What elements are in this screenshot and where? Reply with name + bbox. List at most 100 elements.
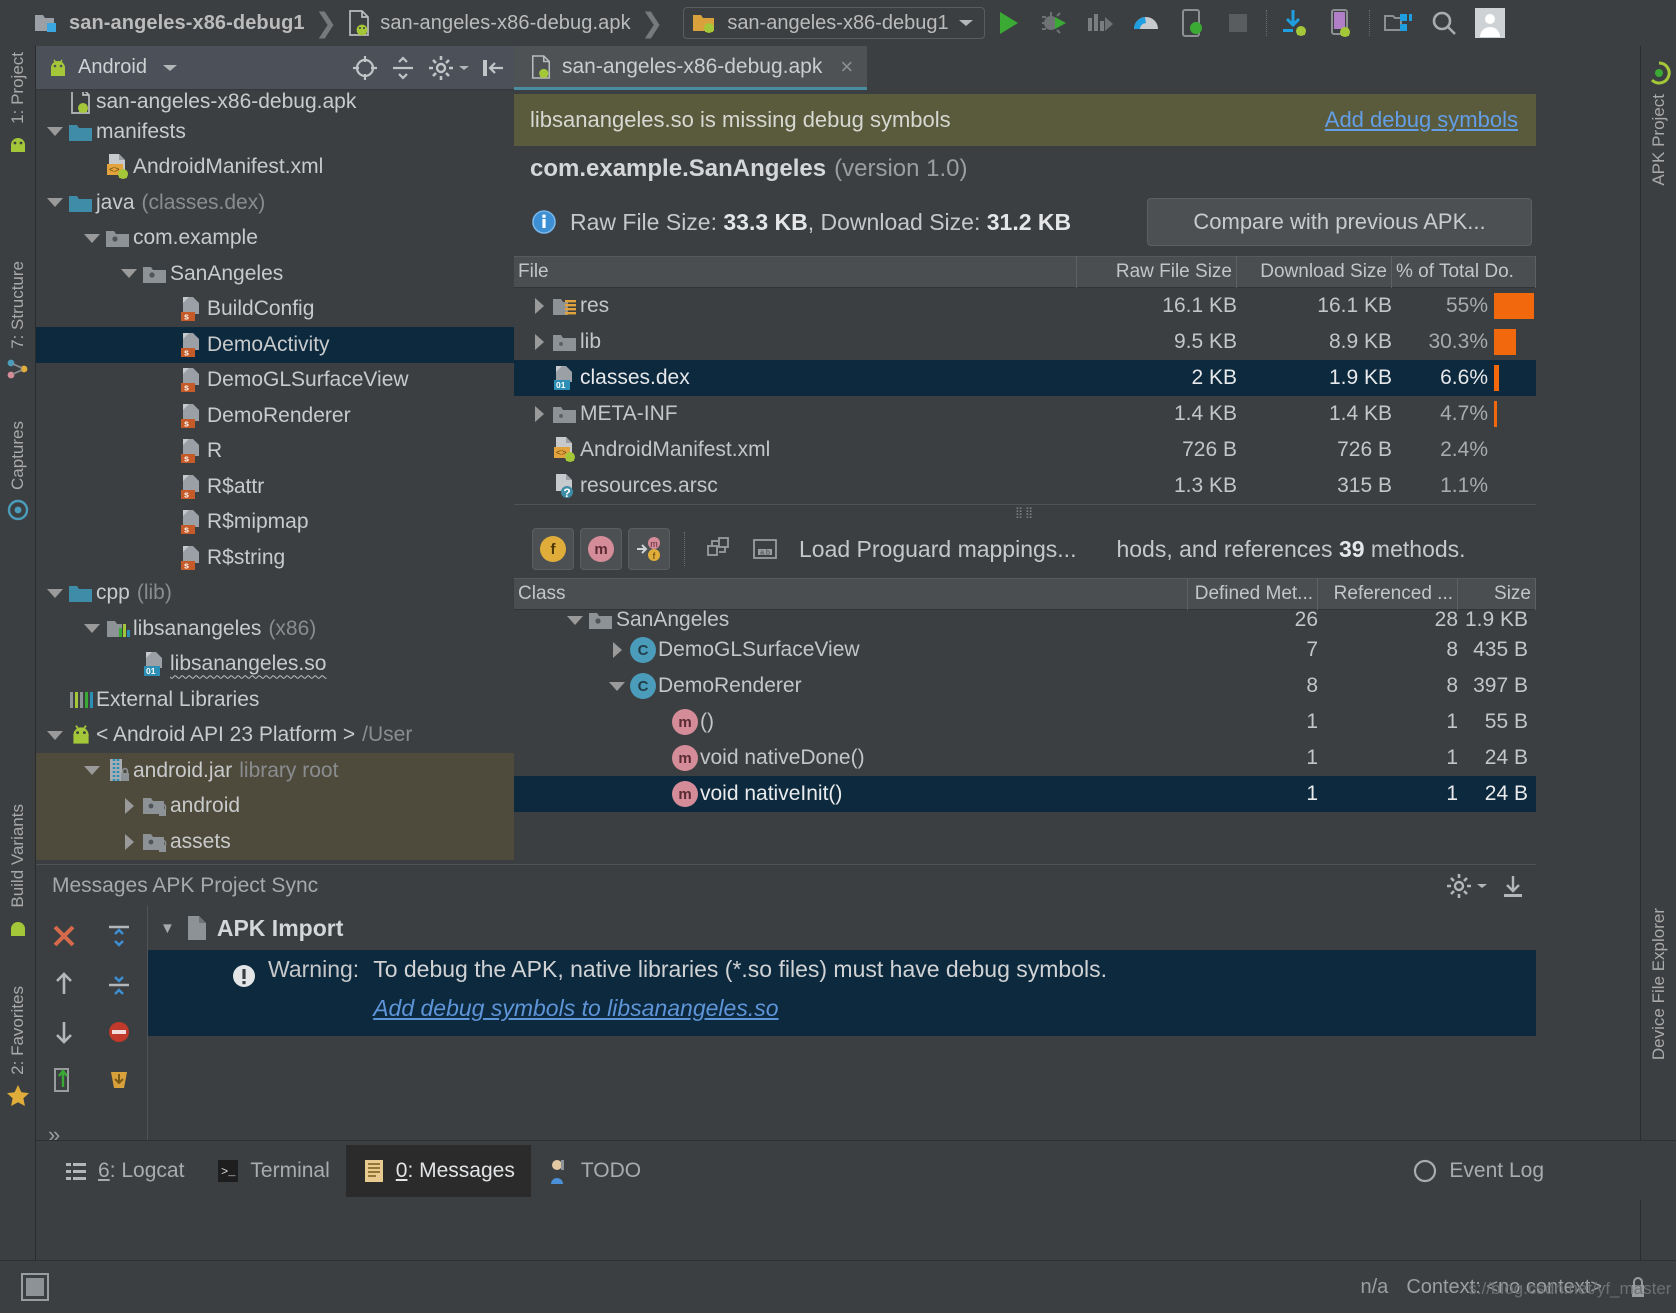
apk-file-row[interactable]: lib9.5 KB8.9 KB30.3%	[514, 324, 1536, 360]
class-table-rows[interactable]: SanAngeles26281.9 KBCDemoGLSurfaceView78…	[514, 610, 1536, 812]
collapse-all-icon[interactable]	[92, 912, 148, 960]
tree-node[interactable]: java(classes.dex)	[36, 185, 514, 221]
gear-icon[interactable]	[426, 53, 456, 83]
breadcrumb-module[interactable]: san-angeles-x86-debug1	[34, 0, 305, 46]
editor-tab-apk[interactable]: san-angeles-x86-debug.apk ×	[514, 46, 867, 90]
chevron-down-icon[interactable]	[155, 53, 185, 83]
sidebar-item-project[interactable]: 1: Project	[0, 52, 36, 156]
sidebar-item-build-variants[interactable]: Build Variants	[0, 804, 36, 940]
col-header-file[interactable]: File	[514, 256, 1077, 288]
collapse-all-icon[interactable]	[388, 53, 418, 83]
twisty-icon[interactable]	[118, 798, 140, 814]
twisty-icon[interactable]	[528, 406, 550, 422]
save-icon[interactable]	[92, 1056, 148, 1104]
run-icon[interactable]	[985, 3, 1031, 43]
stop-icon[interactable]	[1215, 3, 1261, 43]
tree-node[interactable]: assets	[36, 824, 514, 860]
twisty-icon[interactable]	[44, 127, 66, 136]
tree-node[interactable]: External Libraries	[36, 682, 514, 718]
expand-all-icon[interactable]	[92, 960, 148, 1008]
apk-file-row[interactable]: ?resources.arsc1.3 KB315 B1.1%	[514, 468, 1536, 504]
twisty-icon[interactable]	[81, 234, 103, 243]
project-tree[interactable]: san-angeles-x86-debug.apkmanifests<>Andr…	[36, 90, 514, 864]
account-avatar-icon[interactable]	[1467, 3, 1513, 43]
class-table-row[interactable]: SanAngeles26281.9 KB	[514, 610, 1536, 632]
col-header-size[interactable]: Size	[1458, 578, 1536, 610]
chevron-down-icon[interactable]: ▼	[160, 920, 175, 937]
class-table-row[interactable]: CDemoRenderer88397 B	[514, 668, 1536, 704]
close-icon[interactable]: ×	[840, 54, 853, 80]
class-table-row[interactable]: CDemoGLSurfaceView78435 B	[514, 632, 1536, 668]
show-methods-button[interactable]: m	[580, 528, 622, 570]
down-arrow-icon[interactable]	[36, 1008, 92, 1056]
tree-node[interactable]: android.jarlibrary root	[36, 753, 514, 789]
tree-node[interactable]: sDemoGLSurfaceView	[36, 363, 514, 399]
message-group-row[interactable]: ▼ APK Import	[148, 906, 1536, 950]
run-device-debug-icon[interactable]	[1169, 3, 1215, 43]
search-everywhere-icon[interactable]	[1421, 3, 1467, 43]
col-header-defined-methods[interactable]: Defined Met...	[1188, 578, 1318, 610]
load-proguard-icon[interactable]	[699, 529, 739, 569]
tree-node[interactable]: libsanangeles(x86)	[36, 611, 514, 647]
class-table-row[interactable]: m()1155 B	[514, 704, 1536, 740]
col-header-raw-size[interactable]: Raw File Size	[1077, 256, 1237, 288]
sidebar-item-structure[interactable]: 7: Structure	[0, 261, 36, 381]
message-warning-row[interactable]: Warning: To debug the APK, native librar…	[148, 950, 1536, 1036]
compare-with-previous-apk-button[interactable]: Compare with previous APK...	[1147, 198, 1532, 246]
hide-panel-icon[interactable]	[478, 53, 508, 83]
locate-target-icon[interactable]	[350, 53, 380, 83]
twisty-icon[interactable]	[118, 269, 140, 278]
tree-node[interactable]: SanAngeles	[36, 256, 514, 292]
col-header-download-size[interactable]: Download Size	[1237, 256, 1392, 288]
apk-file-row[interactable]: <>AndroidManifest.xml726 B726 B2.4%	[514, 432, 1536, 468]
tree-node[interactable]: sR$string	[36, 540, 514, 576]
gear-chevron-icon[interactable]	[1476, 882, 1488, 890]
gear-chevron-icon[interactable]	[458, 64, 470, 72]
tree-node[interactable]: manifests	[36, 114, 514, 150]
twisty-icon[interactable]	[528, 298, 550, 314]
sidebar-item-device-file-explorer[interactable]: Device File Explorer	[1641, 908, 1676, 1060]
apk-file-row[interactable]: res16.1 KB16.1 KB55%	[514, 288, 1536, 324]
load-proguard-mappings-link[interactable]: Load Proguard mappings...	[799, 536, 1076, 563]
tree-node[interactable]: < Android API 23 Platform >/User	[36, 718, 514, 754]
chevron-down-icon[interactable]	[958, 18, 974, 28]
tree-node[interactable]: sR$mipmap	[36, 505, 514, 541]
twisty-icon[interactable]	[528, 334, 550, 350]
twisty-icon[interactable]	[44, 731, 66, 740]
avd-manager-icon[interactable]	[1318, 3, 1364, 43]
profiler-icon[interactable]	[1123, 3, 1169, 43]
attach-debugger-icon[interactable]	[1077, 3, 1123, 43]
sidebar-item-favorites[interactable]: 2: Favorites	[0, 986, 36, 1109]
apk-file-row[interactable]: 01classes.dex2 KB1.9 KB6.6%	[514, 360, 1536, 396]
tree-node[interactable]: sR$attr	[36, 469, 514, 505]
tree-node[interactable]: sDemoRenderer	[36, 398, 514, 434]
filter-error-icon[interactable]	[92, 1008, 148, 1056]
tree-node[interactable]: sDemoActivity	[36, 327, 514, 363]
tab-logcat[interactable]: 6: Logcat	[48, 1145, 200, 1197]
apk-file-rows[interactable]: res16.1 KB16.1 KB55%lib9.5 KB8.9 KB30.3%…	[514, 288, 1536, 504]
sdk-manager-icon[interactable]	[1375, 3, 1421, 43]
twisty-icon[interactable]	[564, 616, 586, 625]
class-table-row[interactable]: mvoid nativeDone()1124 B	[514, 740, 1536, 776]
twisty-icon[interactable]	[81, 624, 103, 633]
apk-file-row[interactable]: META-INF1.4 KB1.4 KB4.7%	[514, 396, 1536, 432]
tree-node[interactable]: sBuildConfig	[36, 292, 514, 328]
tree-node[interactable]: sR	[36, 434, 514, 470]
tree-node[interactable]: <>AndroidManifest.xml	[36, 150, 514, 186]
col-header-pct-total[interactable]: % of Total Do.	[1392, 256, 1536, 288]
tab-terminal[interactable]: >_ Terminal	[200, 1145, 345, 1197]
col-header-class[interactable]: Class	[514, 578, 1188, 610]
breadcrumb-apk[interactable]: san-angeles-x86-debug.apk	[347, 0, 630, 46]
gear-icon[interactable]	[1446, 873, 1472, 899]
project-view-selector-label[interactable]: Android	[78, 56, 147, 79]
tree-node[interactable]: android	[36, 789, 514, 825]
up-arrow-icon[interactable]	[36, 960, 92, 1008]
col-header-referenced-methods[interactable]: Referenced ...	[1318, 578, 1458, 610]
export-icon[interactable]	[1500, 873, 1526, 899]
run-configuration-selector[interactable]: san-angeles-x86-debug1	[683, 7, 984, 39]
tree-node[interactable]: 01libsanangeles.so	[36, 647, 514, 683]
tab-event-log[interactable]: Event Log	[1395, 1145, 1560, 1197]
editor-splitter[interactable]: ⣿⣿	[514, 504, 1536, 520]
sidebar-item-apk-project[interactable]: APK Project	[1641, 60, 1676, 186]
sdk-download-icon[interactable]	[1272, 3, 1318, 43]
